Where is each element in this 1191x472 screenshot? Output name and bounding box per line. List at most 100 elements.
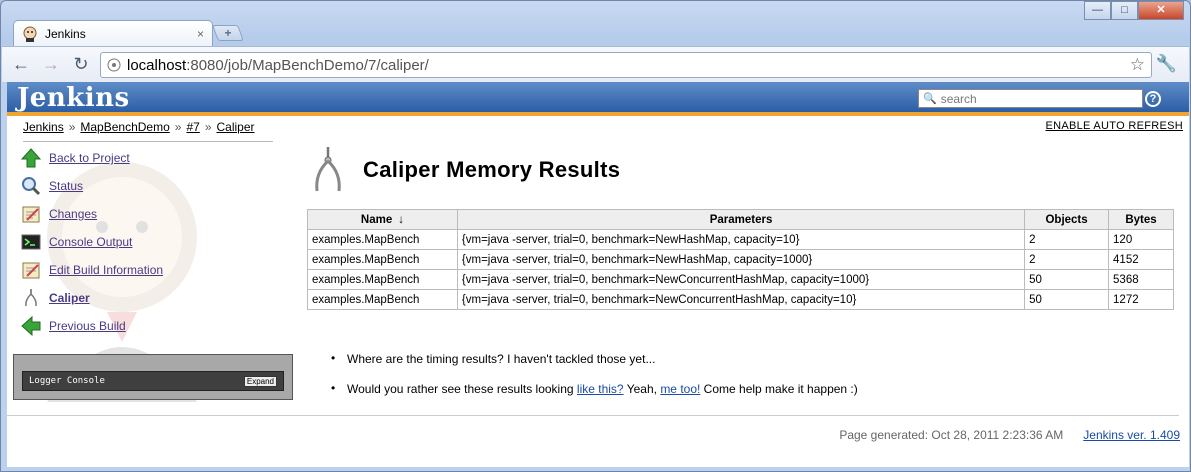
jenkins-logo[interactable]: Jenkins <box>17 83 130 113</box>
close-window-button[interactable]: ✕ <box>1138 1 1184 20</box>
magnifier-icon <box>21 176 41 196</box>
plus-icon: + <box>224 26 232 40</box>
cell-parameters: {vm=java -server, trial=0, benchmark=New… <box>456 249 1026 270</box>
breadcrumb-separator: » <box>204 120 212 134</box>
caliper-icon <box>315 147 341 192</box>
sidebar-item-back-to-project[interactable]: Back to Project <box>21 148 130 168</box>
notes-list: Where are the timing results? I haven't … <box>331 351 858 412</box>
search-box[interactable]: 🔍 search <box>918 89 1143 108</box>
sidebar-item-label: Console Output <box>49 235 133 249</box>
breadcrumb-jenkins[interactable]: Jenkins <box>23 120 64 134</box>
list-item: Would you rather see these results looki… <box>331 381 858 396</box>
cell-parameters: {vm=java -server, trial=0, benchmark=New… <box>456 269 1026 290</box>
sidebar-item-edit-build-information[interactable]: Edit Build Information <box>21 260 163 280</box>
note-text: Would you rather see these results looki… <box>347 382 577 396</box>
sidebar-item-label: Status <box>49 179 84 193</box>
cell-name: examples.MapBench <box>307 289 458 310</box>
breadcrumb-job[interactable]: MapBenchDemo <box>80 120 169 134</box>
sidebar-item-changes[interactable]: Changes <box>21 204 97 224</box>
logger-console-widget: Logger Console Expand <box>13 354 293 400</box>
reload-icon[interactable]: ↻ <box>70 53 92 75</box>
table-row: examples.MapBench {vm=java -server, tria… <box>307 249 1174 270</box>
sidebar-item-label: Caliper <box>49 291 90 305</box>
window-controls: — □ ✕ <box>1084 1 1184 20</box>
column-header-parameters[interactable]: Parameters <box>456 209 1026 230</box>
page-generated-text: Page generated: Oct 28, 2011 2:23:36 AM <box>839 428 1064 442</box>
cell-name: examples.MapBench <box>307 249 458 270</box>
breadcrumb-separator: » <box>174 120 182 134</box>
enable-auto-refresh-link[interactable]: ENABLE AUTO REFRESH <box>1045 120 1183 132</box>
note-text: Come help make it happen :) <box>700 382 858 396</box>
left-arrow-icon <box>21 316 41 336</box>
sidebar-item-label: Changes <box>49 207 98 221</box>
forward-arrow-icon[interactable]: → <box>40 53 62 75</box>
table-row: examples.MapBench {vm=java -server, tria… <box>307 269 1174 290</box>
sidebar-item-previous-build[interactable]: Previous Build <box>21 316 126 336</box>
address-bar[interactable]: localhost:8080/job/MapBenchDemo/7/calipe… <box>100 52 1152 78</box>
breadcrumb: Jenkins » MapBenchDemo » #7 » Caliper <box>23 120 255 134</box>
cell-bytes: 120 <box>1108 229 1174 250</box>
sidebar-item-label: Edit Build Information <box>49 263 164 277</box>
like-this-link[interactable]: like this? <box>577 382 624 396</box>
jenkins-favicon-icon <box>23 26 37 42</box>
cell-parameters: {vm=java -server, trial=0, benchmark=New… <box>456 289 1026 310</box>
terminal-icon <box>21 232 41 252</box>
logger-console-title: Logger Console <box>29 376 105 386</box>
footer: Page generated: Oct 28, 2011 2:23:36 AM … <box>839 428 1180 442</box>
sidebar-item-label: Previous Build <box>49 319 126 333</box>
search-placeholder: search <box>940 91 977 106</box>
notepad-edit-icon <box>21 260 41 280</box>
url-host: localhost <box>127 56 187 74</box>
results-table: Name ↓ Parameters Objects Bytes examples.… <box>307 209 1174 310</box>
breadcrumb-build[interactable]: #7 <box>186 120 199 134</box>
url-path: :8080/job/MapBenchDemo/7/caliper/ <box>186 56 429 74</box>
sidebar-item-console-output[interactable]: Console Output <box>21 232 132 252</box>
sidebar-item-label: Back to Project <box>49 151 130 165</box>
tab-close-icon[interactable]: × <box>197 27 204 41</box>
note-text: Yeah, <box>623 382 661 396</box>
notepad-icon <box>21 204 41 224</box>
column-header-bytes[interactable]: Bytes <box>1108 209 1174 230</box>
table-row: examples.MapBench {vm=java -server, tria… <box>307 289 1174 310</box>
browser-tab[interactable]: Jenkins × <box>13 20 213 46</box>
footer-divider <box>7 415 1179 416</box>
cell-bytes: 1272 <box>1108 289 1174 310</box>
breadcrumb-separator: » <box>68 120 76 134</box>
new-tab-button[interactable]: + <box>212 25 244 41</box>
column-header-name[interactable]: Name ↓ <box>307 209 458 230</box>
cell-name: examples.MapBench <box>307 229 458 250</box>
cell-objects: 2 <box>1024 249 1110 270</box>
me-too-link[interactable]: me too! <box>660 382 700 396</box>
logger-console-bar: Logger Console Expand <box>22 371 284 391</box>
page-icon <box>107 58 121 72</box>
page-title-row: Caliper Memory Results <box>307 145 620 195</box>
wrench-icon[interactable]: 🔧 <box>1156 54 1177 74</box>
column-header-objects[interactable]: Objects <box>1024 209 1110 230</box>
table-header-row: Name ↓ Parameters Objects Bytes <box>307 209 1174 230</box>
cell-parameters: {vm=java -server, trial=0, benchmark=New… <box>456 229 1026 250</box>
cell-objects: 50 <box>1024 269 1110 290</box>
note-text: Where are the timing results? I haven't … <box>347 352 656 366</box>
page-viewport: Jenkins 🔍 search ? Jenkins » MapBenchDem… <box>7 82 1189 467</box>
sort-down-icon: ↓ <box>398 213 404 226</box>
logger-expand-button[interactable]: Expand <box>243 375 277 387</box>
cell-bytes: 5368 <box>1108 269 1174 290</box>
search-icon: 🔍 <box>923 93 937 105</box>
cell-objects: 2 <box>1024 229 1110 250</box>
browser-window: — □ ✕ Jenkins × + ← → ↻ localhost:8080/j… <box>0 0 1191 472</box>
caliper-icon <box>21 288 41 308</box>
bookmark-star-icon[interactable]: ☆ <box>1130 55 1145 75</box>
sidebar-item-caliper[interactable]: Caliper <box>21 288 90 308</box>
maximize-button[interactable]: □ <box>1111 1 1138 20</box>
sidebar-item-status[interactable]: Status <box>21 176 83 196</box>
tab-title: Jenkins <box>45 26 86 41</box>
cell-objects: 50 <box>1024 289 1110 310</box>
back-arrow-icon[interactable]: ← <box>10 53 32 75</box>
help-icon[interactable]: ? <box>1145 91 1161 107</box>
page-title: Caliper Memory Results <box>363 157 621 182</box>
jenkins-version-link[interactable]: Jenkins ver. 1.409 <box>1083 428 1180 442</box>
minimize-button[interactable]: — <box>1084 1 1111 20</box>
cell-name: examples.MapBench <box>307 269 458 290</box>
jenkins-header: Jenkins 🔍 search ? <box>7 82 1189 116</box>
breadcrumb-caliper[interactable]: Caliper <box>217 120 255 134</box>
